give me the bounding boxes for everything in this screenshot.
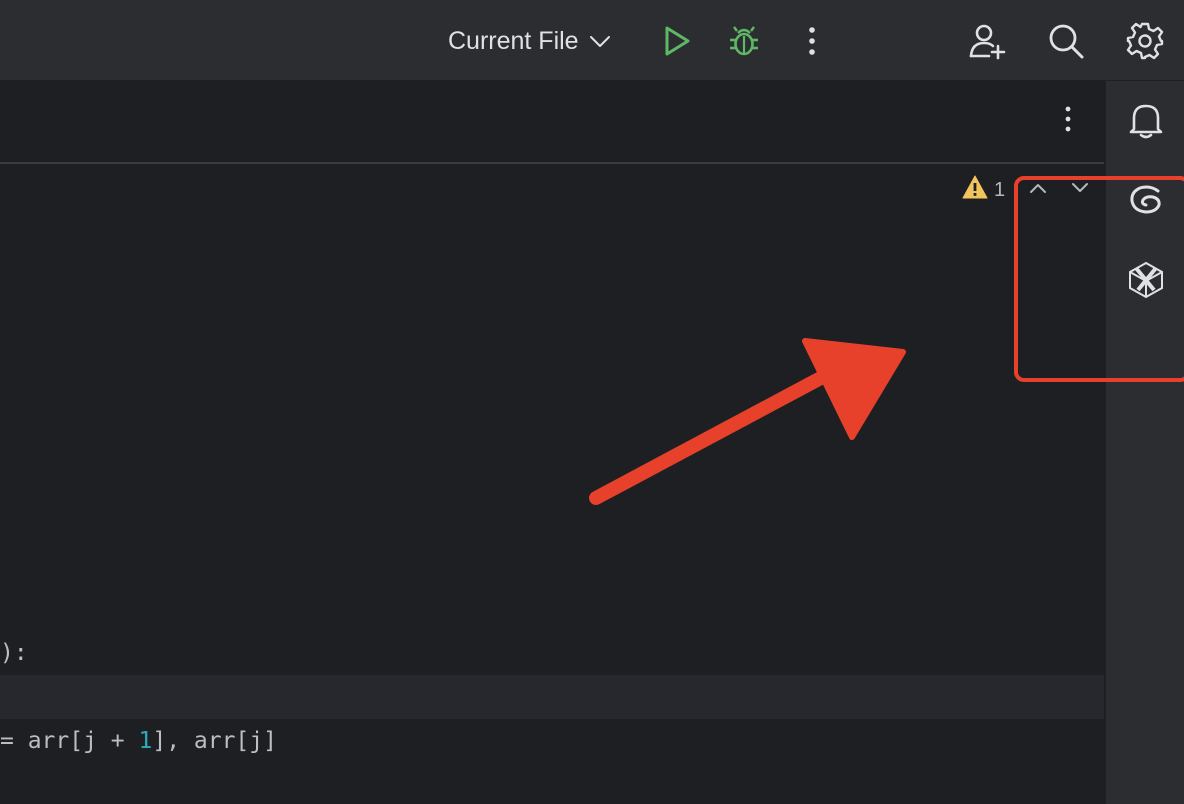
run-configuration-dropdown[interactable]: Current File bbox=[440, 20, 619, 62]
more-vertical-icon bbox=[1065, 106, 1071, 137]
debug-icon bbox=[727, 24, 761, 58]
add-user-button[interactable] bbox=[964, 18, 1010, 64]
run-configuration-label: Current File bbox=[448, 26, 579, 55]
run-button[interactable] bbox=[654, 18, 700, 64]
editor-tab-bar bbox=[0, 81, 1104, 164]
code-text: ], arr[j] bbox=[152, 728, 277, 754]
notifications-button[interactable] bbox=[1124, 100, 1168, 144]
search-icon bbox=[1047, 22, 1085, 60]
warning-count: 1 bbox=[994, 178, 1006, 201]
toolbar-more-button[interactable] bbox=[789, 18, 835, 64]
add-user-icon bbox=[967, 21, 1007, 61]
code-text: ): bbox=[0, 640, 28, 666]
chevron-down-icon bbox=[589, 27, 611, 56]
code-editor[interactable]: 1 ): = arr[j + 1], arr[j] bbox=[0, 81, 1104, 804]
annotation-highlight-box bbox=[1014, 176, 1184, 382]
code-number-literal: 1 bbox=[138, 728, 153, 754]
tab-more-button[interactable] bbox=[1050, 103, 1086, 139]
settings-button[interactable] bbox=[1122, 18, 1168, 64]
inspection-widget[interactable]: 1 bbox=[962, 175, 1006, 205]
code-line[interactable]: = arr[j + 1], arr[j] bbox=[0, 719, 1104, 763]
code-line-current[interactable] bbox=[0, 675, 1104, 719]
code-text: = arr[j + bbox=[0, 728, 139, 754]
search-button[interactable] bbox=[1043, 18, 1089, 64]
gear-icon bbox=[1126, 22, 1164, 60]
main-toolbar: Current File bbox=[0, 0, 1184, 81]
run-icon bbox=[662, 25, 692, 57]
debug-button[interactable] bbox=[721, 18, 767, 64]
code-line[interactable]: ): bbox=[0, 631, 1104, 675]
bell-icon bbox=[1128, 101, 1164, 144]
more-vertical-icon bbox=[808, 26, 816, 56]
warning-icon bbox=[962, 175, 988, 205]
